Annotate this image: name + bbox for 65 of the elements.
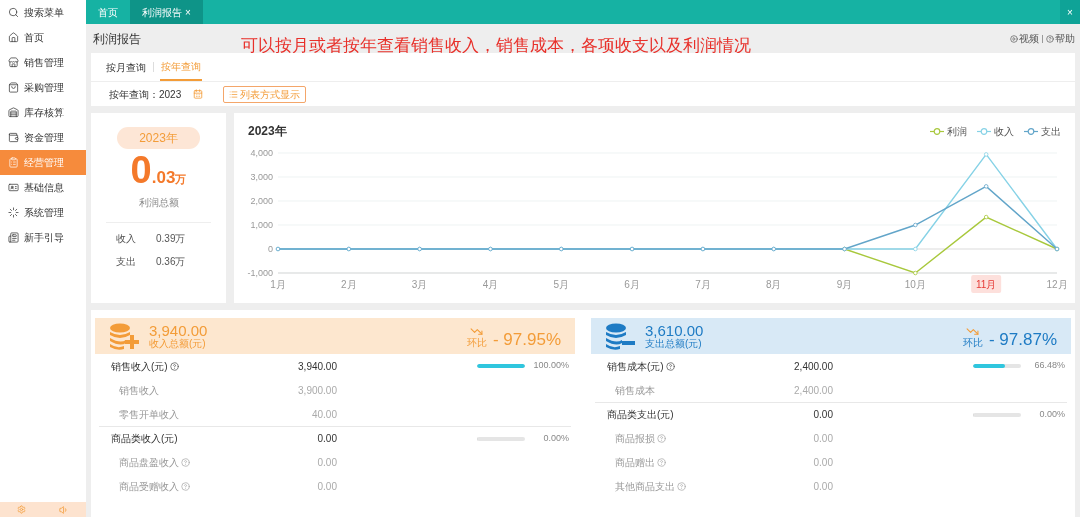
y-tick-label: 0 <box>268 244 273 254</box>
row-label: 商品受赠收入 <box>119 479 179 494</box>
x-tick-label: 11月 <box>976 279 997 290</box>
page-title: 利润报告 <box>92 30 141 48</box>
total-amount: 3,940.00 <box>149 323 208 338</box>
ratio-label: 环比 <box>466 337 487 348</box>
y-tick-label: 3,000 <box>250 172 273 182</box>
row-label: 商品类收入(元) <box>111 432 178 446</box>
row-label: 商品赠出 <box>615 455 655 470</box>
progress-reading: 0.00% <box>542 431 569 445</box>
row-value: 0.00 <box>812 455 833 470</box>
x-tick-label: 1月 <box>270 279 286 290</box>
total-caption: 支出总额(元) <box>645 339 702 349</box>
progress-reading: 100.00% <box>532 359 569 373</box>
row-value: 0.00 <box>316 455 337 470</box>
y-tick-label: 4,000 <box>250 148 273 158</box>
chart-title: 2023年 <box>248 123 287 140</box>
row-label: 销售成本(元) <box>607 359 664 374</box>
summary-value: 0.36万 <box>156 255 186 269</box>
row-value: 0.00 <box>316 479 337 494</box>
total-amount: 3,610.00 <box>645 323 704 338</box>
y-tick-label: 2,000 <box>250 196 273 206</box>
row-label: 销售成本 <box>615 383 655 398</box>
x-tick-label: 12月 <box>1046 279 1068 290</box>
row-value: 0.00 <box>812 479 833 494</box>
row-label: 商品报损 <box>615 431 655 446</box>
row-label: 零售开单收入 <box>119 407 179 422</box>
summary-label: 支出 <box>116 255 137 269</box>
row-label: 商品盘盈收入 <box>119 455 179 470</box>
row-value: 0.00 <box>812 408 833 422</box>
year-badge: 2023年 <box>117 127 200 149</box>
y-tick-label: -1,000 <box>247 268 273 278</box>
ratio-value: - 97.95% <box>492 330 561 348</box>
row-value: 0.00 <box>316 432 337 446</box>
filter-label: 按年查询： <box>109 87 159 102</box>
profit-total-value: 0.03万 <box>130 151 187 189</box>
profit-caption: 利润总额 <box>138 196 179 210</box>
row-value: 3,940.00 <box>297 359 337 374</box>
ratio-label: 环比 <box>962 337 983 348</box>
row-label: 商品类支出(元) <box>607 408 674 422</box>
x-tick-label: 9月 <box>836 279 853 290</box>
row-value: 3,900.00 <box>297 383 337 398</box>
progress-reading: 66.48% <box>1033 359 1065 373</box>
x-tick-label: 10月 <box>904 279 926 290</box>
x-tick-label: 2月 <box>341 279 357 290</box>
x-tick-label: 7月 <box>695 279 711 290</box>
x-tick-label: 5月 <box>553 279 570 290</box>
row-value: 0.00 <box>812 431 833 446</box>
x-tick-label: 6月 <box>624 279 640 290</box>
ratio-value: - 97.87% <box>988 330 1057 348</box>
row-label: 其他商品支出 <box>615 479 675 494</box>
row-label: 销售收入(元) <box>111 359 168 374</box>
row-label: 销售收入 <box>119 383 159 398</box>
x-tick-label: 4月 <box>482 279 499 290</box>
summary-value: 0.39万 <box>156 232 186 246</box>
annotation-text: 可以按月或者按年查看销售收入，销售成本，各项收支以及利润情况 <box>240 34 751 57</box>
y-tick-label: 1,000 <box>250 220 273 230</box>
x-tick-label: 3月 <box>411 279 428 290</box>
row-value: 40.00 <box>310 407 337 422</box>
row-value: 2,400.00 <box>793 359 833 374</box>
total-caption: 收入总额(元) <box>149 339 206 349</box>
x-tick-label: 8月 <box>765 279 782 290</box>
row-value: 2,400.00 <box>793 383 833 398</box>
progress-reading: 0.00% <box>1038 407 1065 421</box>
summary-label: 收入 <box>116 232 137 246</box>
